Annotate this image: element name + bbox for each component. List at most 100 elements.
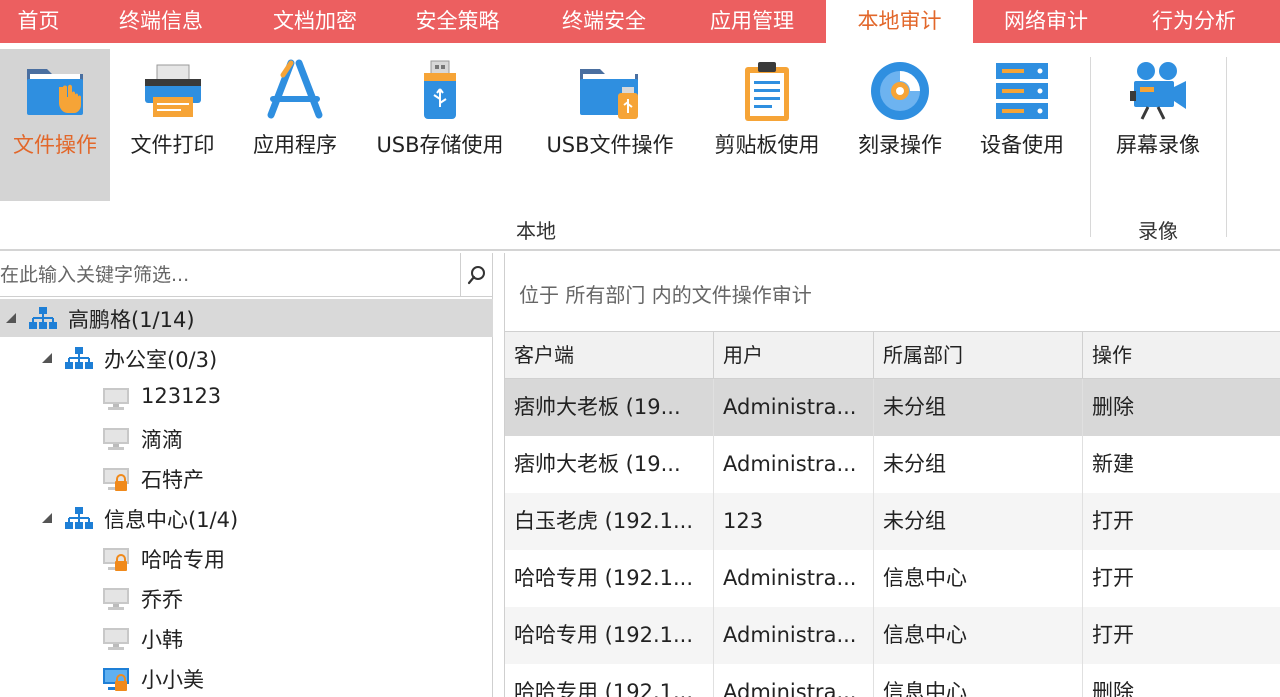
cell-department: 信息中心 bbox=[874, 607, 1083, 664]
screen-recording-label: 屏幕录像 bbox=[1116, 133, 1200, 157]
usb-drive-icon bbox=[406, 57, 474, 125]
cell-client: 哈哈专用 (192.1... bbox=[505, 550, 714, 607]
application-button[interactable]: 应用程序 bbox=[240, 49, 350, 201]
cell-client: 白玉老虎 (192.1... bbox=[505, 493, 714, 550]
expand-arrow-icon[interactable] bbox=[40, 511, 54, 525]
computer-offline-icon bbox=[103, 388, 129, 410]
cell-client: 哈哈专用 (192.1... bbox=[505, 664, 714, 697]
tab-home[interactable]: 首页 bbox=[0, 0, 77, 43]
cell-user: Administra... bbox=[714, 550, 874, 607]
table-row[interactable]: 白玉老虎 (192.1... 123 未分组 打开 bbox=[505, 493, 1280, 550]
column-header-user[interactable]: 用户 bbox=[714, 332, 874, 379]
table-row[interactable]: 哈哈专用 (192.1... Administra... 信息中心 打开 bbox=[505, 607, 1280, 664]
printer-icon bbox=[139, 57, 207, 125]
tab-terminal-info[interactable]: 终端信息 bbox=[77, 0, 245, 43]
device-usage-button[interactable]: 设备使用 bbox=[970, 49, 1074, 201]
tree-node-label: 小小美 bbox=[141, 668, 204, 692]
expand-arrow-icon[interactable] bbox=[40, 351, 54, 365]
tree-node-info-center[interactable]: 信息中心(1/4) bbox=[0, 499, 493, 537]
tree-node-label: 滴滴 bbox=[141, 428, 183, 452]
tab-behavior-analysis[interactable]: 行为分析 bbox=[1119, 0, 1269, 43]
computer-locked-icon bbox=[103, 468, 129, 491]
tab-terminal-security[interactable]: 终端安全 bbox=[530, 0, 678, 43]
computer-locked-icon bbox=[103, 548, 129, 571]
search-icon bbox=[467, 265, 485, 284]
tab-network-audit[interactable]: 网络审计 bbox=[973, 0, 1119, 43]
app-store-icon bbox=[261, 57, 329, 125]
clipboard-usage-button[interactable]: 剪贴板使用 bbox=[708, 49, 826, 201]
table-row[interactable]: 痞帅大老板 (19... Administra... 未分组 新建 bbox=[505, 436, 1280, 493]
tree-node-label: 小韩 bbox=[141, 628, 183, 652]
tree-node-root[interactable]: 高鹏格(1/14) bbox=[0, 299, 493, 337]
tree-search-input[interactable] bbox=[0, 253, 460, 296]
tree-node-label: 办公室(0/3) bbox=[104, 348, 218, 372]
column-header-department[interactable]: 所属部门 bbox=[874, 332, 1083, 379]
location-caption: 位于 所有部门 内的文件操作审计 bbox=[519, 283, 812, 307]
tree-node-computer[interactable]: 哈哈专用 bbox=[0, 539, 493, 577]
tree-node-computer[interactable]: 123123 bbox=[0, 379, 493, 417]
tab-document-encryption[interactable]: 文档加密 bbox=[245, 0, 385, 43]
screen-recording-button[interactable]: 屏幕录像 bbox=[1104, 49, 1212, 201]
cell-client: 痞帅大老板 (19... bbox=[505, 436, 714, 493]
tree-node-label: 123123 bbox=[141, 384, 222, 408]
ribbon-group-separator bbox=[1090, 57, 1091, 237]
ribbon-group-local-label: 本地 bbox=[516, 219, 556, 243]
cell-department: 未分组 bbox=[874, 436, 1083, 493]
cell-operation: 打开 bbox=[1092, 509, 1134, 533]
tree-search-bar bbox=[0, 253, 493, 297]
device-usage-label: 设备使用 bbox=[980, 133, 1064, 157]
computer-offline-icon bbox=[103, 428, 129, 450]
tree-node-computer[interactable]: 滴滴 bbox=[0, 419, 493, 457]
cell-operation: 删除 bbox=[1092, 395, 1134, 419]
tree-node-label: 信息中心(1/4) bbox=[104, 508, 239, 532]
cell-operation: 新建 bbox=[1092, 452, 1134, 476]
tab-app-management[interactable]: 应用管理 bbox=[678, 0, 826, 43]
file-print-button[interactable]: 文件打印 bbox=[115, 49, 230, 201]
cell-operation: 删除 bbox=[1092, 680, 1134, 697]
usb-file-operation-label: USB文件操作 bbox=[546, 133, 674, 157]
usb-storage-usage-button[interactable]: USB存储使用 bbox=[370, 49, 510, 201]
usb-file-operation-button[interactable]: USB文件操作 bbox=[540, 49, 680, 201]
column-header-client[interactable]: 客户端 bbox=[505, 332, 714, 379]
burn-operation-button[interactable]: 刻录操作 bbox=[848, 49, 952, 201]
application-label: 应用程序 bbox=[253, 133, 337, 157]
tree-node-computer[interactable]: 石特产 bbox=[0, 459, 493, 497]
cell-user: Administra... bbox=[714, 436, 874, 493]
cell-operation: 打开 bbox=[1092, 623, 1134, 647]
tab-local-audit[interactable]: 本地审计 bbox=[826, 0, 973, 43]
expand-arrow-icon[interactable] bbox=[4, 311, 18, 325]
clipboard-icon bbox=[733, 57, 801, 125]
disc-icon bbox=[866, 57, 934, 125]
file-operation-button[interactable]: 文件操作 bbox=[0, 49, 110, 201]
ribbon-group-recording-label: 录像 bbox=[1138, 219, 1178, 243]
cell-department: 未分组 bbox=[874, 379, 1083, 436]
table-row[interactable]: 痞帅大老板 (19... Administra... 未分组 删除 bbox=[505, 379, 1280, 436]
usb-storage-usage-label: USB存储使用 bbox=[376, 133, 504, 157]
file-print-label: 文件打印 bbox=[130, 133, 215, 157]
server-icon bbox=[988, 57, 1056, 125]
cell-department: 信息中心 bbox=[874, 664, 1083, 697]
tree-node-computer[interactable]: 小韩 bbox=[0, 619, 493, 657]
tree-node-label: 高鹏格(1/14) bbox=[68, 308, 195, 332]
file-operation-label: 文件操作 bbox=[13, 133, 97, 157]
org-tree-icon bbox=[65, 507, 93, 529]
cell-user: 123 bbox=[714, 493, 874, 550]
search-button[interactable] bbox=[460, 253, 493, 296]
column-header-operation[interactable]: 操作 bbox=[1083, 332, 1280, 379]
tree-node-label: 哈哈专用 bbox=[141, 548, 225, 572]
tree-node-computer[interactable]: 乔乔 bbox=[0, 579, 493, 617]
audit-results-panel: 位于 所有部门 内的文件操作审计 客户端 用户 所属部门 操作 痞帅大老板 (1… bbox=[504, 253, 1280, 697]
computer-online-locked-icon bbox=[103, 668, 129, 691]
main-tab-bar: 首页 终端信息 文档加密 安全策略 终端安全 应用管理 本地审计 网络审计 行为… bbox=[0, 0, 1280, 43]
tab-security-policy[interactable]: 安全策略 bbox=[385, 0, 530, 43]
org-tree-icon bbox=[65, 347, 93, 369]
tree-node-office[interactable]: 办公室(0/3) bbox=[0, 339, 493, 377]
cell-operation: 打开 bbox=[1092, 566, 1134, 590]
clipboard-usage-label: 剪贴板使用 bbox=[714, 133, 820, 157]
video-camera-icon bbox=[1124, 57, 1192, 125]
table-row[interactable]: 哈哈专用 (192.1... Administra... 信息中心 打开 bbox=[505, 550, 1280, 607]
cell-user: Administra... bbox=[714, 607, 874, 664]
tree-node-computer[interactable]: 小小美 bbox=[0, 659, 493, 697]
table-row[interactable]: 哈哈专用 (192.1... Administra... 信息中心 删除 bbox=[505, 664, 1280, 697]
cell-department: 信息中心 bbox=[874, 550, 1083, 607]
